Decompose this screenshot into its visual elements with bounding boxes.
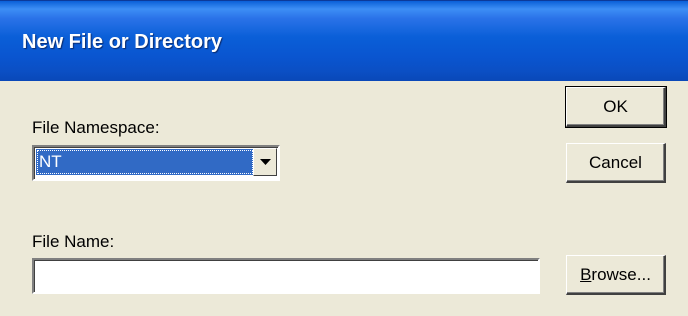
namespace-dropdown-button[interactable] — [253, 148, 277, 176]
namespace-selected-value[interactable]: NT — [36, 149, 254, 175]
window-title: New File or Directory — [22, 31, 223, 53]
cancel-button[interactable]: Cancel — [566, 143, 666, 183]
browse-button-label: Browse... — [580, 265, 651, 285]
browse-label-rest: rowse... — [591, 264, 651, 284]
cancel-button-label: Cancel — [589, 152, 642, 172]
filename-label: File Name: — [32, 232, 115, 251]
new-file-dialog: New File or Directory File Namespace: NT… — [0, 0, 688, 316]
namespace-select[interactable]: NT — [32, 145, 280, 181]
chevron-down-icon — [259, 158, 271, 165]
ok-button[interactable]: OK — [565, 86, 667, 128]
browse-mnemonic: B — [580, 264, 592, 284]
filename-input[interactable] — [32, 258, 540, 294]
title-bar[interactable]: New File or Directory — [0, 0, 688, 81]
browse-button[interactable]: Browse... — [566, 255, 666, 295]
ok-button-label: OK — [603, 96, 628, 116]
namespace-label: File Namespace: — [32, 118, 160, 137]
